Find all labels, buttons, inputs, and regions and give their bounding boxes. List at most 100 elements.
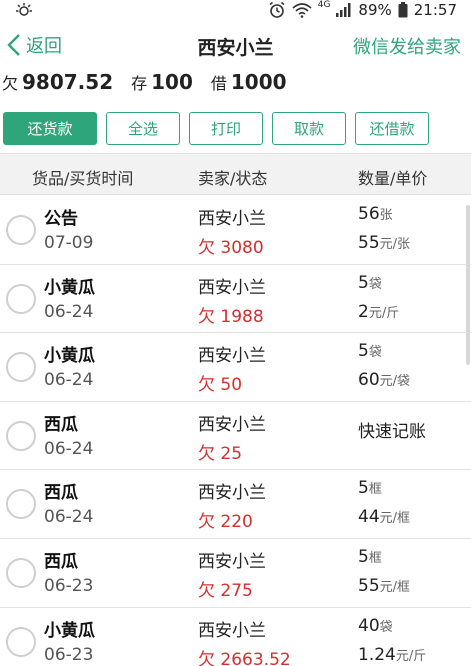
select-all-button[interactable]: 全选: [106, 112, 180, 145]
quantity-value: 5: [358, 478, 369, 499]
row-select-radio[interactable]: [6, 215, 36, 245]
price-unit: 元/张: [379, 237, 411, 252]
price-unit: 元/框: [379, 579, 411, 595]
goods-name: 小黄瓜: [44, 277, 95, 298]
goods-name: 西瓜: [44, 414, 78, 435]
purchase-date: 06-24: [44, 507, 94, 528]
goods-name: 小黄瓜: [44, 346, 95, 367]
quantity-unit: 张: [379, 208, 393, 223]
repay-loan-button[interactable]: 还借款: [355, 112, 429, 145]
purchase-date: 06-24: [44, 370, 94, 391]
debt-status: 欠 2663.52: [198, 649, 291, 666]
unit-price: 60元/袋: [358, 370, 410, 390]
quantity: 5框: [358, 478, 382, 498]
seller-name: 西安小兰: [198, 346, 266, 367]
row-select-radio[interactable]: [6, 420, 36, 451]
status-bar: 4G 89% 21:57: [0, 0, 471, 24]
list-scrollbar[interactable]: [466, 205, 470, 365]
unit-price: 1.24元/斤: [358, 645, 426, 665]
quantity: 56张: [358, 204, 393, 224]
table-row[interactable]: 西瓜 06-24 西安小兰 欠 220 5框 44元/框: [0, 470, 471, 539]
stock-summary: 存 100: [131, 70, 193, 94]
debt-status: 欠 3080: [198, 238, 264, 258]
debt-value: 9807.52: [22, 70, 114, 94]
purchase-date: 06-23: [44, 575, 94, 596]
table-row[interactable]: 小黄瓜 06-23 西安小兰 欠 2663.52 40袋 1.24元/斤: [0, 607, 471, 666]
price-value: 55: [358, 575, 380, 596]
table-row[interactable]: 小黄瓜 06-24 西安小兰 欠 1988 5袋 2元/斤: [0, 264, 471, 334]
quantity: 5框: [358, 547, 382, 567]
seller-name: 西安小兰: [198, 414, 266, 435]
price-value: 1.24: [358, 644, 396, 665]
quantity-value: 56: [358, 204, 380, 224]
quantity-unit: 框: [368, 550, 382, 566]
table-row[interactable]: 公告 07-09 西安小兰 欠 3080 56张 55元/张: [0, 196, 471, 265]
withdraw-button[interactable]: 取款: [272, 112, 346, 145]
quantity: 5袋: [358, 273, 382, 293]
action-bar: 还货款 全选 打印 取款 还借款: [0, 112, 471, 146]
column-header-seller: 卖家/状态: [198, 169, 268, 188]
table-header: 货品/买货时间 卖家/状态 数量/单价: [0, 153, 471, 195]
table-row[interactable]: 西瓜 06-24 西安小兰 欠 25 快速记账: [0, 401, 471, 471]
goods-name: 西瓜: [44, 551, 78, 572]
quantity-unit: 袋: [368, 345, 382, 361]
back-chevron-icon: [7, 34, 20, 56]
quantity-unit: 袋: [379, 619, 393, 635]
stock-label: 存: [131, 74, 148, 93]
row-select-radio[interactable]: [6, 626, 36, 657]
purchase-date: 06-24: [44, 438, 94, 459]
quick-entry-label: 快速记账: [358, 421, 426, 442]
alarm-icon: [268, 1, 286, 19]
debt-status: 欠 25: [198, 443, 243, 464]
network-type: 4G: [317, 0, 331, 10]
column-header-goods: 货品/买货时间: [32, 169, 134, 188]
price-value: 60: [358, 370, 380, 391]
stock-value: 100: [151, 70, 193, 94]
print-button[interactable]: 打印: [189, 112, 263, 145]
clock: 21:57: [413, 1, 457, 19]
price-unit: 元/袋: [379, 374, 411, 390]
quantity: 5袋: [358, 341, 382, 361]
price-unit: 元/框: [379, 511, 411, 527]
quantity-unit: 框: [368, 482, 382, 498]
price-unit: 元/斤: [395, 648, 427, 664]
wechat-send-button[interactable]: 微信发给卖家: [353, 33, 461, 59]
purchase-date: 06-24: [44, 301, 94, 322]
debt-summary: 欠 9807.52: [2, 70, 113, 94]
quantity-value: 5: [358, 341, 369, 362]
quantity-value: 40: [358, 615, 380, 636]
row-select-radio[interactable]: [6, 352, 36, 383]
seller-name: 西安小兰: [198, 209, 266, 229]
debt-status: 欠 275: [198, 580, 253, 601]
battery-percent: 89%: [358, 1, 392, 19]
borrow-label: 借: [210, 74, 227, 93]
row-select-radio[interactable]: [6, 283, 36, 314]
quantity-value: 5: [358, 546, 369, 567]
price-value: 44: [358, 507, 380, 528]
back-label: 返回: [26, 36, 62, 57]
price-value: 2: [358, 301, 369, 322]
table-row[interactable]: 小黄瓜 06-24 西安小兰 欠 50 5袋 60元/袋: [0, 333, 471, 402]
purchase-list: 公告 07-09 西安小兰 欠 3080 56张 55元/张 小黄瓜 06-24…: [0, 196, 471, 666]
unit-price: 55元/框: [358, 576, 410, 596]
seller-name: 西安小兰: [198, 277, 266, 298]
sync-icon: [14, 3, 34, 23]
goods-name: 西瓜: [44, 483, 78, 504]
back-button[interactable]: 返回: [4, 32, 62, 58]
borrow-value: 1000: [230, 70, 287, 94]
purchase-date: 07-09: [44, 233, 94, 253]
signal-icon: [336, 3, 352, 17]
unit-price: 55元/张: [358, 233, 410, 253]
debt-label: 欠: [2, 74, 19, 93]
battery-icon: [398, 2, 408, 18]
seller-name: 西安小兰: [198, 620, 266, 641]
row-select-radio[interactable]: [6, 489, 36, 520]
debt-status: 欠 1988: [198, 306, 264, 327]
price-unit: 元/斤: [368, 305, 400, 321]
debt-status: 欠 50: [198, 375, 243, 396]
unit-price: 44元/框: [358, 507, 410, 527]
row-select-radio[interactable]: [6, 557, 36, 588]
table-row[interactable]: 西瓜 06-23 西安小兰 欠 275 5框 55元/框: [0, 538, 471, 608]
repay-goods-button[interactable]: 还货款: [3, 112, 97, 145]
quantity-value: 5: [358, 272, 369, 293]
